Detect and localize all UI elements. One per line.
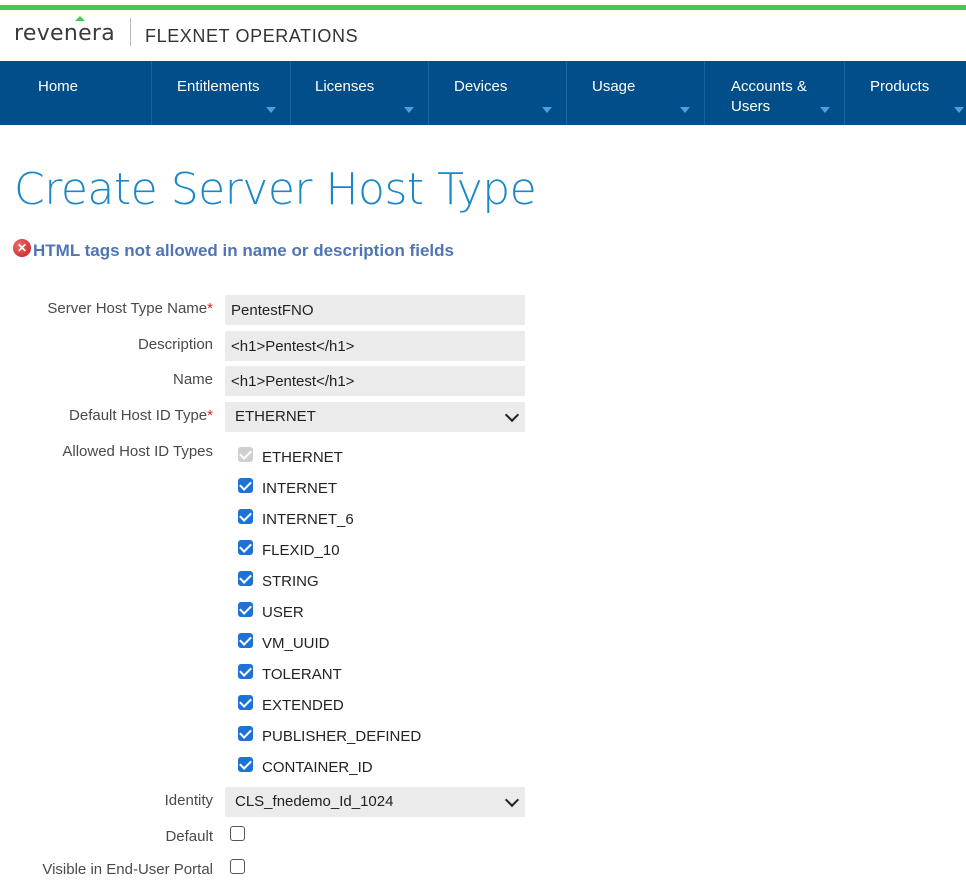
nav-usage[interactable]: Usage	[567, 61, 704, 125]
default-label: Default	[165, 828, 213, 845]
revenera-logo[interactable]: revenera	[14, 16, 116, 46]
chevron-down-icon	[504, 792, 520, 808]
logo-text: revenera	[14, 21, 116, 46]
check-icon	[239, 540, 252, 553]
checkbox-flexid-10[interactable]	[238, 540, 253, 555]
main-nav: Home Entitlements Licenses Devices Usage…	[0, 61, 966, 125]
check-icon	[239, 571, 252, 584]
dropdown-arrow-icon	[404, 107, 414, 113]
checkbox-label-extended: EXTENDED	[262, 697, 344, 714]
default-host-id-type-label: Default Host ID Type*	[69, 407, 213, 424]
visible-in-portal-label: Visible in End-User Portal	[42, 861, 213, 878]
label-text: Server Host Type Name	[47, 300, 208, 317]
nav-products[interactable]: Products	[845, 61, 966, 125]
brand-header: revenera FLEXNET OPERATIONS	[0, 10, 966, 61]
dropdown-arrow-icon	[820, 107, 830, 113]
check-icon	[239, 633, 252, 646]
checkbox-label-internet: INTERNET	[262, 480, 337, 497]
check-icon	[239, 757, 252, 770]
checkbox-internet[interactable]	[238, 478, 253, 493]
checkbox-vm-uuid[interactable]	[238, 633, 253, 648]
default-checkbox[interactable]	[230, 826, 245, 841]
checkbox-extended[interactable]	[238, 695, 253, 710]
required-marker: *	[207, 300, 213, 317]
dropdown-arrow-icon	[680, 107, 690, 113]
error-message: HTML tags not allowed in name or descrip…	[33, 241, 454, 260]
checkbox-label-user: USER	[262, 604, 304, 621]
checkbox-label-publisher-defined: PUBLISHER_DEFINED	[262, 728, 422, 745]
nav-devices[interactable]: Devices	[429, 61, 566, 125]
checkbox-label-tolerant: TOLERANT	[262, 666, 342, 683]
name-label: Name	[172, 371, 213, 388]
check-icon	[239, 695, 252, 708]
page-title: Create Server Host Type	[14, 164, 537, 215]
server-host-type-name-label: Server Host Type Name*	[47, 300, 213, 317]
checkbox-publisher-defined[interactable]	[238, 726, 253, 741]
required-marker: *	[207, 407, 213, 424]
check-icon	[239, 664, 252, 677]
error-icon: ✕	[13, 239, 31, 257]
select-value: ETHERNET	[235, 408, 316, 425]
select-value: CLS_fnedemo_Id_1024	[235, 793, 394, 810]
checkbox-label-vm-uuid: VM_UUID	[262, 635, 330, 652]
nav-home[interactable]: Home	[0, 61, 151, 125]
visible-in-portal-checkbox[interactable]	[230, 859, 245, 874]
dropdown-arrow-icon	[542, 107, 552, 113]
checkbox-tolerant[interactable]	[238, 664, 253, 679]
brand-divider	[130, 18, 131, 46]
server-host-type-name-input[interactable]	[225, 295, 525, 325]
check-icon	[239, 509, 252, 522]
description-input[interactable]	[225, 331, 525, 361]
chevron-down-icon	[504, 407, 520, 423]
checkbox-string[interactable]	[238, 571, 253, 586]
nav-licenses[interactable]: Licenses	[291, 61, 428, 125]
logo-leaf-icon	[75, 16, 85, 21]
check-icon	[239, 447, 252, 460]
checkbox-label-internet-6: INTERNET_6	[262, 511, 354, 528]
checkbox-label-container-id: CONTAINER_ID	[262, 759, 373, 776]
description-label: Description	[137, 336, 213, 353]
checkbox-ethernet	[238, 447, 253, 462]
checkbox-internet-6[interactable]	[238, 509, 253, 524]
checkbox-label-flexid-10: FLEXID_10	[262, 542, 340, 559]
check-icon	[239, 478, 252, 491]
name-input[interactable]	[225, 366, 525, 396]
product-name: FLEXNET OPERATIONS	[145, 26, 359, 46]
check-icon	[239, 602, 252, 615]
label-text: Default Host ID Type	[69, 407, 208, 424]
identity-select[interactable]: CLS_fnedemo_Id_1024	[225, 787, 525, 817]
nav-accounts-users[interactable]: Accounts & Users	[705, 61, 844, 125]
nav-products-label: Products	[870, 78, 930, 95]
identity-label: Identity	[164, 792, 213, 809]
checkbox-user[interactable]	[238, 602, 253, 617]
check-icon	[239, 726, 252, 739]
checkbox-container-id[interactable]	[238, 757, 253, 772]
default-host-id-type-select[interactable]: ETHERNET	[225, 402, 525, 432]
allowed-host-id-types-label: Allowed Host ID Types	[62, 443, 213, 460]
top-accent-bar	[0, 0, 966, 10]
checkbox-label-ethernet: ETHERNET	[262, 449, 343, 466]
checkbox-label-string: STRING	[262, 573, 319, 590]
dropdown-arrow-icon	[266, 107, 276, 113]
nav-entitlements[interactable]: Entitlements	[152, 61, 290, 125]
dropdown-arrow-icon	[954, 107, 964, 113]
